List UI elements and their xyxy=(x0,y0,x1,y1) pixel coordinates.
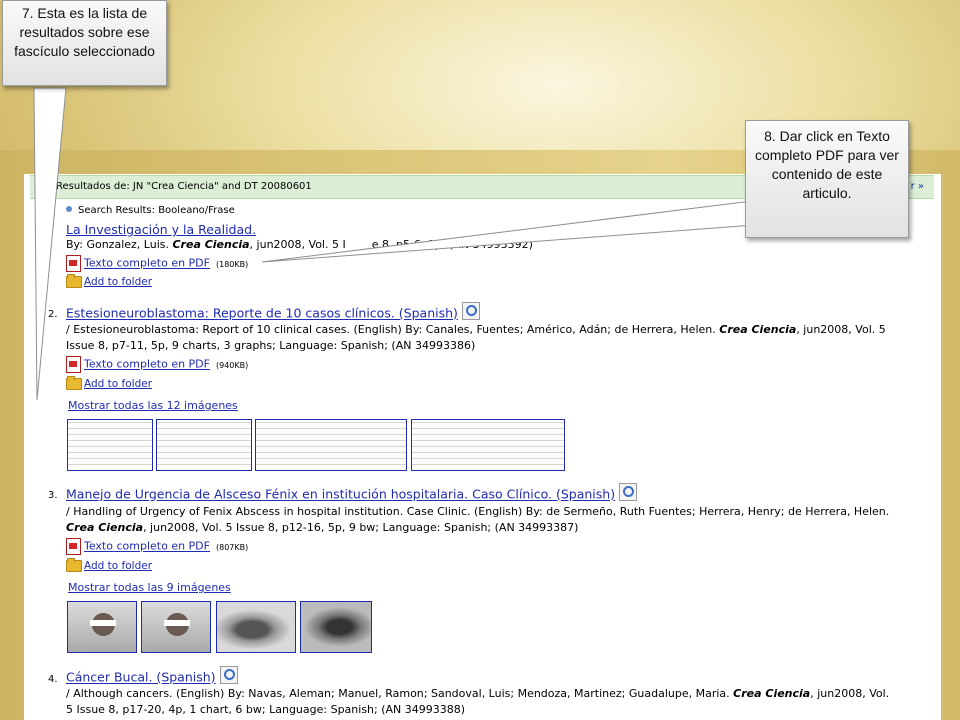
pdf-icon[interactable] xyxy=(66,255,81,272)
callout-step-7: 7. Esta es la lista de resultados sobre … xyxy=(2,0,167,86)
result-meta: / Although cancers. (English) By: Navas,… xyxy=(66,686,934,718)
image-thumbnail[interactable] xyxy=(156,419,252,471)
add-to-folder-row: Add to folder xyxy=(66,376,152,390)
full-text-pdf-link[interactable]: Texto completo en PDF xyxy=(84,540,210,553)
result-number: 2. xyxy=(48,309,58,320)
result-authors: By: Gonzalez, Luis. xyxy=(66,238,169,251)
image-thumbnail[interactable] xyxy=(255,419,407,471)
image-thumbnail[interactable] xyxy=(411,419,565,471)
add-to-folder-link[interactable]: Add to folder xyxy=(84,276,152,288)
result-meta-suffix: , jun2008, Vol. xyxy=(810,687,890,700)
callout-step-8-text: 8. Dar click en Texto completo PDF para … xyxy=(755,128,899,201)
full-text-pdf-link[interactable]: Texto completo en PDF xyxy=(84,358,210,371)
pdf-size: (180KB) xyxy=(215,259,249,269)
bullet-icon xyxy=(66,206,72,212)
pdf-size: (940KB) xyxy=(215,360,249,370)
magnifier-preview-icon[interactable] xyxy=(219,666,238,684)
results-query-label: Resultados de: JN "Crea Ciencia" and DT … xyxy=(56,181,312,192)
result-authors: / Estesioneuroblastoma: Report of 10 cli… xyxy=(66,323,716,336)
folder-icon[interactable] xyxy=(66,376,82,390)
more-link[interactable]: r » xyxy=(911,176,924,198)
image-thumbnail[interactable] xyxy=(141,601,211,653)
pdf-row: Texto completo en PDF (807KB) xyxy=(66,538,248,555)
result-meta-suffix: , jun2008, Vol. 5 I xyxy=(249,238,346,251)
pdf-icon[interactable] xyxy=(66,356,81,373)
pdf-icon[interactable] xyxy=(66,538,81,555)
search-mode-text: Search Results: Booleano/Frase xyxy=(78,205,235,216)
image-thumbnail[interactable] xyxy=(300,601,372,653)
result-title-text[interactable]: Cáncer Bucal. (Spanish) xyxy=(66,670,216,685)
result-meta-suffix: , jun2008, Vol. 5 xyxy=(796,323,886,336)
result-authors: / Handling of Urgency of Fenix Abscess i… xyxy=(66,505,890,518)
add-to-folder-link[interactable]: Add to folder xyxy=(84,560,152,572)
image-thumbnail[interactable] xyxy=(216,601,296,653)
full-text-pdf-link[interactable]: Texto completo en PDF xyxy=(84,257,210,270)
magnifier-preview-icon[interactable] xyxy=(461,302,480,320)
add-to-folder-link[interactable]: Add to folder xyxy=(84,378,152,390)
result-title-text[interactable]: Estesioneuroblastoma: Reporte de 10 caso… xyxy=(66,306,458,321)
image-thumbnail[interactable] xyxy=(67,419,153,471)
result-title-link[interactable]: Estesioneuroblastoma: Reporte de 10 caso… xyxy=(66,302,480,323)
result-number: 4. xyxy=(48,674,58,685)
result-journal: Crea Ciencia xyxy=(66,521,144,534)
callout-step-7-text: 7. Esta es la lista de resultados sobre … xyxy=(14,5,155,59)
result-title-link[interactable]: La Investigación y la Realidad. xyxy=(66,222,256,237)
result-journal: Crea Ciencia xyxy=(172,238,250,251)
result-journal: Crea Ciencia xyxy=(733,687,811,700)
result-meta-line2: Issue 8, p7-11, 5p, 9 charts, 3 graphs; … xyxy=(66,339,476,352)
result-number: 3. xyxy=(48,490,58,501)
add-to-folder-row: Add to folder xyxy=(66,558,152,572)
result-authors: / Although cancers. (English) By: Navas,… xyxy=(66,687,730,700)
pdf-row: Texto completo en PDF (940KB) xyxy=(66,356,248,373)
show-all-images-link[interactable]: Mostrar todas las 12 imágenes xyxy=(68,399,238,412)
callout-step-8: 8. Dar click en Texto completo PDF para … xyxy=(745,120,909,238)
result-journal: Crea Ciencia xyxy=(719,323,797,336)
result-meta: By: Gonzalez, Luis. Crea Ciencia, jun200… xyxy=(66,237,934,253)
pdf-size: (807KB) xyxy=(215,542,249,552)
search-mode-label: Search Results: Booleano/Frase xyxy=(66,205,235,216)
result-meta: / Estesioneuroblastoma: Report of 10 cli… xyxy=(66,322,934,354)
result-meta-tail: e 8, p5-6, 1p; (AN 34993392) xyxy=(371,238,533,251)
folder-icon[interactable] xyxy=(66,558,82,572)
add-to-folder-row: Add to folder xyxy=(66,274,152,288)
result-meta: / Handling of Urgency of Fenix Abscess i… xyxy=(66,504,934,536)
pdf-row: Texto completo en PDF (180KB) xyxy=(66,255,248,272)
result-title-link[interactable]: Manejo de Urgencia de Alsceso Fénix en i… xyxy=(66,483,638,504)
image-thumbnail[interactable] xyxy=(67,601,137,653)
result-meta-line2: , jun2008, Vol. 5 Issue 8, p12-16, 5p, 9… xyxy=(143,521,579,534)
magnifier-preview-icon[interactable] xyxy=(619,483,638,501)
result-title-link[interactable]: Cáncer Bucal. (Spanish) xyxy=(66,666,238,687)
result-meta-line2: 5 Issue 8, p17-20, 4p, 1 chart, 6 bw; La… xyxy=(66,703,466,716)
folder-icon[interactable] xyxy=(66,274,82,288)
result-title-text[interactable]: Manejo de Urgencia de Alsceso Fénix en i… xyxy=(66,487,615,502)
show-all-images-link[interactable]: Mostrar todas las 9 imágenes xyxy=(68,581,231,594)
